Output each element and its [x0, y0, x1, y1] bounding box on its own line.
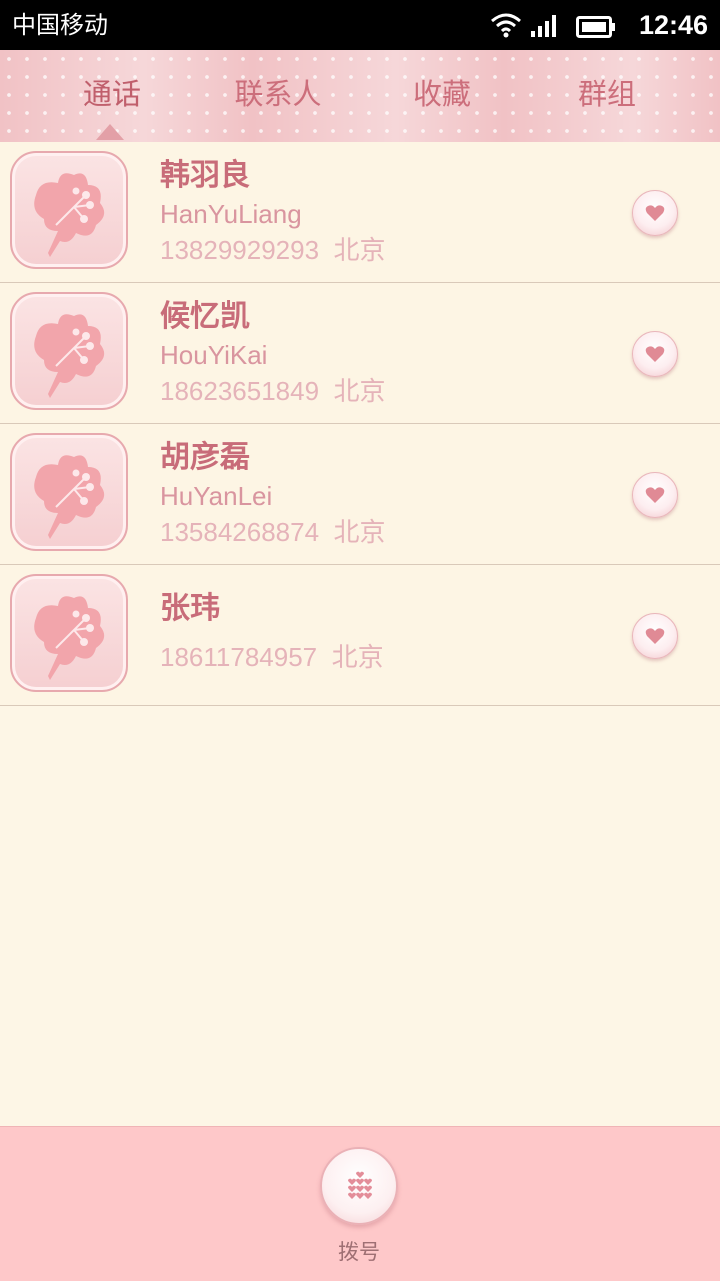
list-item[interactable]: 胡彦磊 HuYanLei 13584268874 北京: [0, 424, 720, 565]
tab-contacts[interactable]: 联系人: [198, 74, 358, 114]
contact-detail-button[interactable]: [632, 190, 678, 236]
list-item[interactable]: 候忆凯 HouYiKai 18623651849 北京: [0, 283, 720, 424]
carrier-label: 中国移动: [12, 11, 108, 39]
battery-icon: [576, 16, 615, 38]
contact-name: 韩羽良: [160, 158, 250, 193]
call-log-list: 韩羽良 HanYuLiang 13829929293 北京 候忆凯 HouYiK…: [0, 142, 720, 706]
contact-location: 北京: [331, 642, 384, 672]
contact-name: 胡彦磊: [160, 440, 250, 475]
list-item[interactable]: 张玮 18611784957 北京: [0, 565, 720, 706]
contact-detail-button[interactable]: [632, 472, 678, 518]
contact-location: 北京: [333, 235, 386, 265]
bottom-bar: 拨号: [0, 1126, 720, 1281]
tab-calls[interactable]: 通话: [32, 74, 192, 114]
dial-button[interactable]: [320, 1147, 398, 1225]
contact-location: 北京: [333, 376, 386, 406]
contact-phone-line: 13829929293 北京: [160, 234, 386, 266]
contact-phone-line: 18623651849 北京: [160, 375, 386, 407]
tab-favorites[interactable]: 收藏: [362, 74, 522, 114]
flower-avatar-icon: [34, 596, 105, 680]
signal-icon: [531, 15, 556, 37]
list-item[interactable]: 韩羽良 HanYuLiang 13829929293 北京: [0, 142, 720, 283]
contact-pinyin: HouYiKai: [160, 340, 268, 370]
contact-name: 张玮: [160, 591, 220, 626]
flower-avatar-icon: [34, 455, 105, 539]
avatar: [10, 574, 128, 692]
flower-avatar-icon: [34, 173, 105, 257]
contact-phone: 18623651849: [160, 376, 320, 406]
heart-icon: [645, 205, 665, 221]
flower-avatar-icon: [34, 314, 105, 398]
contact-phone-line: 13584268874 北京: [160, 516, 386, 548]
contact-pinyin: HuYanLei: [160, 481, 273, 511]
contact-detail-button[interactable]: [632, 613, 678, 659]
status-icons: 12:46: [378, 8, 708, 42]
contact-phone: 13584268874: [160, 517, 320, 547]
avatar: [10, 433, 128, 551]
clock: 12:46: [638, 10, 708, 40]
wifi-icon: [491, 13, 521, 38]
heart-icon: [645, 628, 665, 644]
heart-icon: [645, 346, 665, 362]
status-bar: 中国移动 12:46: [0, 0, 720, 50]
contact-phone: 13829929293: [160, 235, 320, 265]
active-tab-indicator: [96, 124, 124, 140]
avatar: [10, 151, 128, 269]
avatar: [10, 292, 128, 410]
contact-phone: 18611784957: [160, 642, 318, 672]
tab-groups[interactable]: 群组: [527, 74, 687, 114]
contact-location: 北京: [333, 517, 386, 547]
contact-phone-line: 18611784957 北京: [160, 641, 384, 673]
contact-detail-button[interactable]: [632, 331, 678, 377]
contact-pinyin: HanYuLiang: [160, 199, 302, 229]
dial-label: 拨号: [338, 1240, 380, 1264]
heart-icon: [645, 487, 665, 503]
contact-name: 候忆凯: [160, 299, 250, 334]
dialpad-hearts-icon: [348, 1171, 372, 1199]
